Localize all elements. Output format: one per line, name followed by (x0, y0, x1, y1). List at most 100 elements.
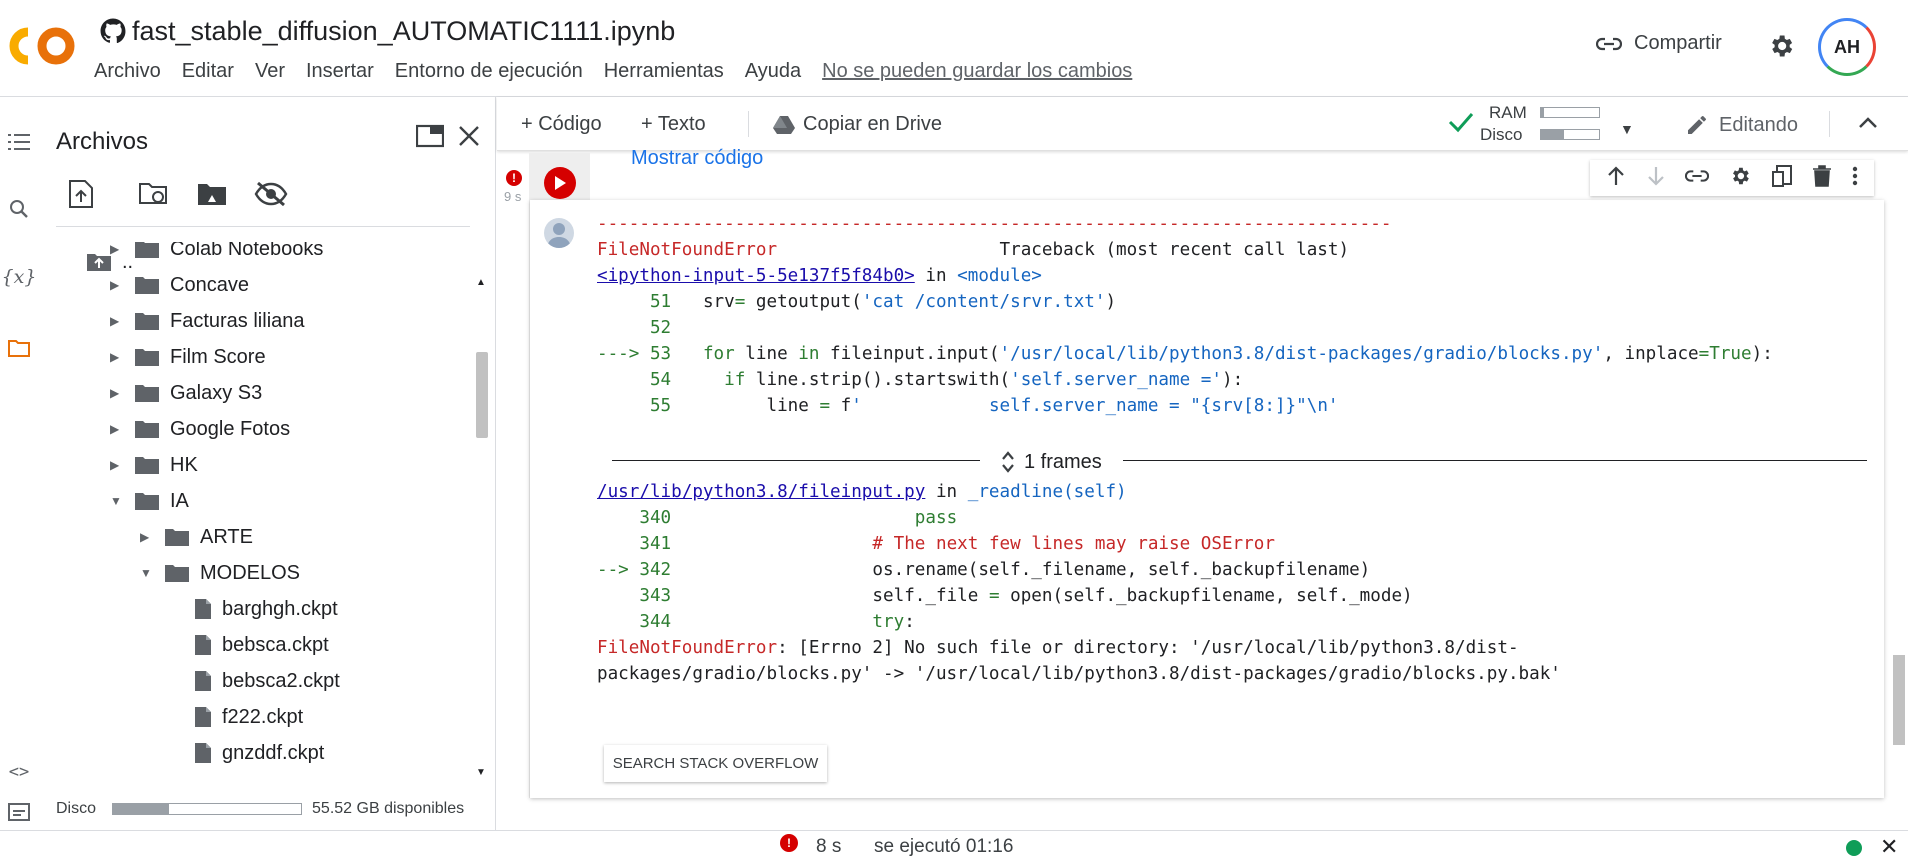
avatar[interactable]: AH (1818, 18, 1876, 76)
expand-arrow-icon[interactable]: ▶ (110, 422, 134, 436)
file-row[interactable]: bebsca2.ckpt (170, 664, 340, 698)
terminal-icon[interactable] (4, 797, 34, 827)
ipython-input-link[interactable]: <ipython-input-5-5e137f5f84b0> (597, 266, 915, 286)
folder-icon[interactable] (4, 333, 34, 363)
expand-arrow-icon[interactable]: ▶ (110, 350, 134, 364)
line-code: srv= getoutput('cat /content/srvr.txt') (702, 292, 1117, 312)
frames-line-right (1123, 460, 1867, 461)
file-icon (194, 634, 212, 656)
tree-item-label: bebsca.ckpt (222, 633, 329, 656)
folder-icon (134, 242, 160, 259)
variables-icon[interactable]: {x} (2, 262, 37, 292)
file-row[interactable]: f222.ckpt (170, 700, 303, 734)
collapsed-frames-divider[interactable]: 1 frames (612, 449, 1867, 473)
in-word-2: in (935, 482, 958, 502)
cell-settings-icon[interactable] (1729, 165, 1751, 192)
line-code: if line.strip().startswith('self.server_… (724, 370, 1244, 390)
folder-row[interactable]: ▼ MODELOS (140, 556, 300, 590)
files-title: Archivos (56, 128, 149, 155)
delete-cell-icon[interactable] (1812, 164, 1832, 192)
mount-drive-icon[interactable] (196, 177, 250, 211)
show-code-link[interactable]: Mostrar código (631, 147, 763, 170)
ram-usage-fill (1541, 108, 1544, 117)
menu-insertar[interactable]: Insertar (306, 60, 374, 83)
traceback-header: Traceback (most recent call last) (999, 240, 1350, 260)
add-text-button[interactable]: + Texto (641, 113, 706, 136)
code-line: 343 self._file = open(self._backupfilena… (597, 586, 1412, 606)
menu-herramientas[interactable]: Herramientas (604, 60, 724, 83)
run-cell-button[interactable] (544, 167, 576, 199)
expand-arrow-icon[interactable]: ▶ (110, 458, 134, 472)
line-number: 54 (649, 370, 672, 390)
table-of-contents-icon[interactable] (4, 127, 34, 157)
collapse-header-icon[interactable] (1857, 113, 1879, 138)
folder-row[interactable]: ▶ ARTE (140, 520, 253, 554)
move-cell-down-icon[interactable] (1646, 165, 1666, 192)
notebook-title[interactable]: fast_stable_diffusion_AUTOMATIC1111.ipyn… (100, 14, 675, 48)
status-error-icon: ! (780, 834, 798, 852)
file-row[interactable]: barghgh.ckpt (170, 592, 338, 626)
expand-arrow-icon[interactable]: ▶ (110, 242, 134, 256)
folder-row[interactable]: ▶ Film Score (110, 340, 266, 374)
final-error-line2: packages/gradio/blocks.py' -> '/usr/loca… (597, 664, 1561, 684)
menu-ver[interactable]: Ver (255, 60, 285, 83)
notebook-scroll-thumb[interactable] (1893, 655, 1905, 745)
line-arrow: --> (597, 560, 640, 580)
menu-archivo[interactable]: Archivo (94, 60, 161, 83)
file-tree-scroll-thumb[interactable] (476, 352, 488, 438)
folder-icon (134, 311, 160, 331)
folder-row[interactable]: ▶ Colab Notebooks (110, 242, 323, 266)
expand-arrow-icon[interactable]: ▶ (140, 530, 164, 544)
expand-arrow-icon[interactable]: ▶ (110, 386, 134, 400)
tree-item-label: Google Fotos (170, 417, 291, 440)
share-button[interactable]: Compartir (1596, 32, 1722, 55)
status-executed: se ejecutó 01:16 (874, 836, 1014, 857)
folder-row[interactable]: ▼ IA (110, 484, 189, 518)
search-stack-overflow-button[interactable]: SEARCH STACK OVERFLOW (604, 745, 827, 782)
hide-files-icon[interactable] (254, 177, 308, 211)
more-options-icon[interactable] (1852, 166, 1858, 191)
mirror-cell-icon[interactable] (1771, 164, 1793, 193)
frames-toggle[interactable]: 1 frames (1000, 449, 1102, 475)
scroll-up-arrow-icon[interactable]: ▲ (476, 277, 486, 288)
menu-editar[interactable]: Editar (182, 60, 234, 83)
search-icon[interactable] (4, 194, 34, 224)
upload-file-icon[interactable] (68, 177, 122, 211)
save-warning-link[interactable]: No se pueden guardar los cambios (822, 60, 1132, 83)
menu-entorno[interactable]: Entorno de ejecución (395, 60, 583, 83)
tree-item-label: gnzddf.ckpt (222, 741, 325, 764)
notebook-title-text[interactable]: fast_stable_diffusion_AUTOMATIC1111.ipyn… (132, 16, 675, 47)
folder-row[interactable]: ▶ Facturas liliana (110, 304, 305, 338)
expand-arrow-icon[interactable]: ▶ (110, 278, 134, 292)
line-number: 342 (639, 560, 672, 580)
folder-row[interactable]: ▶ Google Fotos (110, 412, 290, 446)
folder-row[interactable]: ▶ Galaxy S3 (110, 376, 262, 410)
menu-ayuda[interactable]: Ayuda (745, 60, 801, 83)
folder-row[interactable]: ▶ HK (110, 448, 198, 482)
code-line: --> 342 os.rename(self._filename, self._… (597, 560, 1370, 580)
file-row[interactable]: bebsca.ckpt (170, 628, 329, 662)
editing-mode-button[interactable]: Editando (1685, 113, 1798, 137)
collapse-arrow-icon[interactable]: ▼ (140, 566, 164, 580)
resources-dropdown-icon[interactable]: ▼ (1620, 121, 1634, 137)
fileinput-link[interactable]: /usr/lib/python3.8/fileinput.py (597, 482, 925, 502)
status-close-icon[interactable]: ✕ (1880, 834, 1898, 860)
close-panel-icon[interactable] (458, 125, 480, 152)
maximize-panel-icon[interactable] (415, 124, 445, 153)
move-cell-up-icon[interactable] (1606, 165, 1626, 192)
code-line: 341 # The next few lines may raise OSErr… (597, 534, 1275, 554)
settings-gear-icon[interactable] (1767, 32, 1795, 65)
file-row[interactable]: gnzddf.ckpt (170, 736, 324, 770)
refresh-folder-icon[interactable] (138, 177, 192, 211)
copy-to-drive-button[interactable]: Copiar en Drive (773, 113, 942, 136)
collapse-arrow-icon[interactable]: ▼ (110, 494, 134, 508)
add-code-button[interactable]: + Código (521, 113, 602, 136)
scroll-down-arrow-icon[interactable]: ▼ (476, 767, 486, 778)
error-indicator-icon: ! (506, 170, 522, 186)
cell-link-icon[interactable] (1685, 169, 1710, 188)
colab-logo[interactable] (8, 26, 80, 66)
expand-arrow-icon[interactable]: ▶ (110, 314, 134, 328)
code-snippets-icon[interactable]: <> (4, 757, 34, 787)
folder-row[interactable]: ▶ Concave (110, 268, 249, 302)
resources-indicator[interactable]: RAM Disco (1480, 102, 1527, 146)
